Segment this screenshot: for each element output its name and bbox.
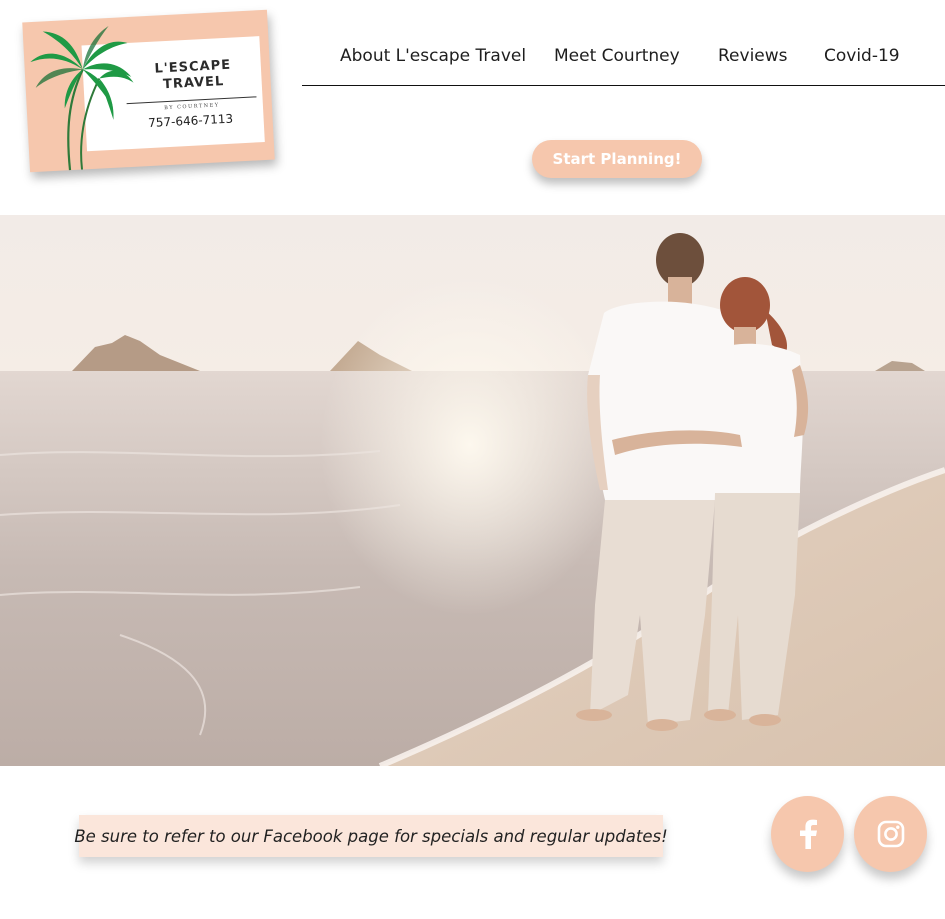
nav-item-reviews[interactable]: Reviews xyxy=(718,46,788,66)
logo-phone: 757-646-7113 xyxy=(147,111,234,131)
hero-image xyxy=(0,215,945,766)
main-nav: About L'escape Travel Meet Courtney Revi… xyxy=(302,38,945,86)
facebook-icon xyxy=(799,819,817,849)
site-logo[interactable]: L'ESCAPE TRAVEL BY COURTNEY 757-646-7113 xyxy=(22,9,275,173)
sun-glare xyxy=(320,275,620,615)
nav-item-meet-courtney[interactable]: Meet Courtney xyxy=(554,46,680,66)
instagram-icon xyxy=(877,820,904,848)
palm-tree-icon xyxy=(30,26,134,171)
start-planning-button[interactable]: Start Planning! xyxy=(532,140,702,178)
logo-name: L'ESCAPE TRAVEL xyxy=(133,57,255,95)
facebook-notice-text: Be sure to refer to our Facebook page fo… xyxy=(74,826,668,846)
facebook-button[interactable] xyxy=(771,796,844,872)
nav-item-about[interactable]: About L'escape Travel xyxy=(340,46,526,66)
nav-item-covid-19[interactable]: Covid-19 xyxy=(824,46,900,66)
facebook-notice: Be sure to refer to our Facebook page fo… xyxy=(74,815,668,857)
instagram-button[interactable] xyxy=(854,796,927,872)
